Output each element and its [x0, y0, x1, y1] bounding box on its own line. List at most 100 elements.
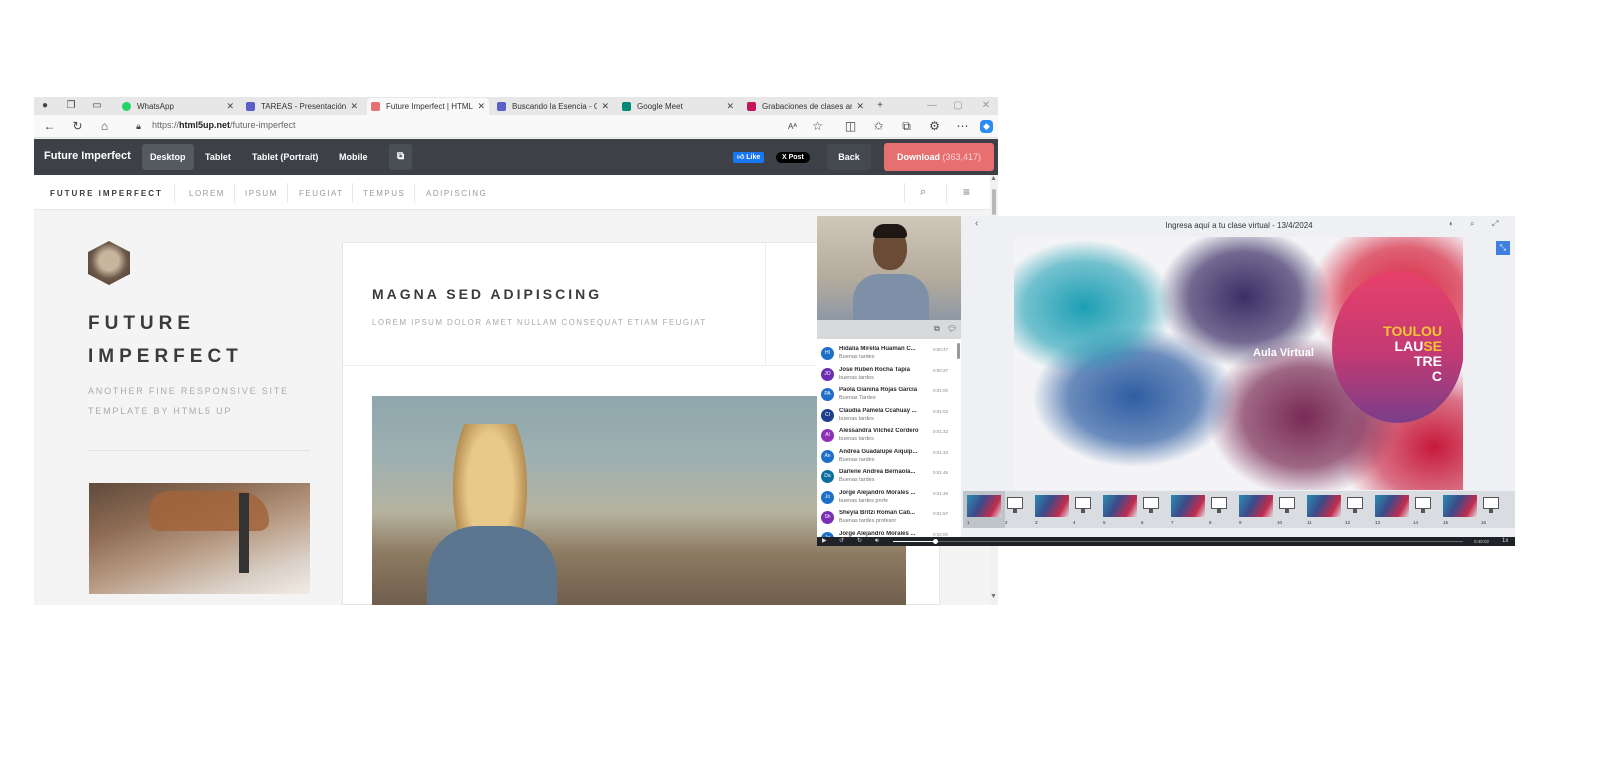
close-icon[interactable]: ✕ — [226, 101, 234, 112]
tab-actions-icon[interactable]: ▭ — [91, 100, 103, 112]
tab-grabaciones[interactable]: Grabaciones de clases ar ✕ — [743, 98, 868, 115]
tab-tareas[interactable]: TAREAS - Presentación ✕ — [242, 98, 362, 115]
nav-tempus[interactable]: TEMPUS — [363, 189, 405, 198]
chat-timestamp[interactable]: 0:01:46 — [933, 491, 948, 496]
copy-icon[interactable]: ⧉ — [934, 324, 940, 334]
read-aloud-icon[interactable]: Aᴬ — [786, 120, 799, 133]
collections-icon[interactable]: ⧉ — [900, 120, 913, 133]
split-screen-icon[interactable]: ◫ — [844, 120, 857, 133]
slide-thumbnail[interactable] — [1307, 495, 1341, 517]
search-icon[interactable]: ⌕ — [920, 186, 926, 199]
expand-icon[interactable]: ⤡ — [1496, 241, 1510, 255]
copilot-icon[interactable]: ◆ — [980, 120, 993, 133]
close-icon[interactable]: ✕ — [477, 101, 485, 112]
more-icon[interactable]: ⋯ — [956, 120, 969, 133]
nav-feugiat[interactable]: FEUGIAT — [299, 189, 344, 198]
chat-timestamp[interactable]: 0:01:57 — [933, 511, 948, 516]
extensions-icon[interactable]: ⚙ — [928, 120, 941, 133]
lock-icon[interactable]: 🔒︎ — [132, 120, 145, 133]
progress-bar[interactable] — [893, 541, 1463, 542]
tab-future-imperfect[interactable]: Future Imperfect | HTML ✕ — [367, 98, 489, 115]
playback-speed[interactable]: 1x — [1502, 537, 1508, 546]
screen-share-thumbnail-icon[interactable] — [1481, 495, 1501, 517]
forward-icon[interactable]: ↻ — [857, 537, 862, 546]
nav-adipiscing[interactable]: ADIPISCING — [426, 189, 487, 198]
nav-ipsum[interactable]: IPSUM — [245, 189, 278, 198]
thumbnail-number: 14 — [1413, 520, 1419, 525]
slide-thumbnail[interactable] — [1375, 495, 1409, 517]
home-icon[interactable]: ⌂ — [98, 120, 111, 133]
download-button[interactable]: Download (363,417) — [884, 143, 994, 171]
slide-thumbnail[interactable] — [1103, 495, 1137, 517]
close-icon[interactable]: ✕ — [856, 101, 864, 112]
chat-timestamp[interactable]: 0:01:32 — [933, 429, 948, 434]
chat-list[interactable]: HI Hidalia Mirella Huaman C... 0:00:47 Buen… — [817, 339, 961, 537]
chat-timestamp[interactable]: 0:02:00 — [933, 532, 948, 537]
desktop-button[interactable]: Desktop — [142, 144, 194, 170]
post-title[interactable]: MAGNA SED ADIPISCING — [372, 286, 602, 302]
screen-share-thumbnail-icon[interactable] — [1073, 495, 1093, 517]
screen-share-thumbnail-icon[interactable] — [1209, 495, 1229, 517]
profile-icon[interactable]: ● — [39, 100, 51, 112]
favorite-star-icon[interactable]: ☆ — [811, 120, 824, 133]
screen-share-thumbnail-icon[interactable] — [1005, 495, 1025, 517]
site-title[interactable]: FUTURE IMPERFECT — [50, 189, 163, 198]
screen-share-thumbnail-icon[interactable] — [1345, 495, 1365, 517]
external-link-icon[interactable]: ⧉ — [389, 144, 413, 170]
close-icon[interactable]: ✕ — [350, 101, 358, 112]
chat-timestamp[interactable]: 0:01:46 — [933, 470, 948, 475]
progress-knob[interactable] — [933, 539, 938, 544]
mini-post-image[interactable] — [89, 483, 310, 594]
chat-timestamp[interactable]: 0:00:47 — [933, 347, 948, 352]
chat-message: JoJorge Alejandro Morales ...0:02:00 — [817, 528, 961, 537]
tablet-button[interactable]: Tablet — [197, 144, 239, 170]
tab-buscando[interactable]: Buscando la Esencia - Gr ✕ — [493, 98, 613, 115]
screen-share-thumbnail-icon[interactable] — [1277, 495, 1297, 517]
fullscreen-icon[interactable]: ⤢ — [1492, 219, 1498, 229]
site-logo-avatar[interactable] — [88, 241, 130, 285]
theme-toggle-icon[interactable]: ◐ — [1449, 219, 1454, 228]
tab-whatsapp[interactable]: WhatsApp ✕ — [118, 98, 238, 115]
screen-share-thumbnail-icon[interactable] — [1141, 495, 1161, 517]
slide-thumbnail[interactable] — [1171, 495, 1205, 517]
slide-thumbnail[interactable] — [1239, 495, 1273, 517]
nav-lorem[interactable]: LOREM — [189, 189, 225, 198]
window-close-icon[interactable]: ✕ — [980, 100, 992, 112]
favorites-icon[interactable]: ✩ — [872, 120, 885, 133]
close-icon[interactable]: ✕ — [601, 101, 609, 112]
scroll-up-icon[interactable]: ▲ — [990, 175, 997, 182]
mobile-button[interactable]: Mobile — [331, 144, 376, 170]
thumbnail-number: 15 — [1443, 520, 1449, 525]
back-arrow-icon[interactable]: ← — [43, 120, 56, 133]
tablet-portrait-button[interactable]: Tablet (Portrait) — [244, 144, 326, 170]
back-button[interactable]: Back — [827, 144, 871, 170]
facebook-like-button[interactable]: 👍︎ Like — [733, 152, 765, 163]
scrollbar-thumb[interactable] — [992, 189, 996, 215]
chat-icon[interactable]: 💬︎ — [947, 324, 957, 333]
chat-timestamp[interactable]: 0:01:00 — [933, 388, 948, 393]
screen-share-thumbnail-icon[interactable] — [1413, 495, 1433, 517]
play-icon[interactable]: ▶ — [822, 537, 827, 546]
refresh-icon[interactable]: ↻ — [71, 120, 84, 133]
maximize-icon[interactable]: ▢ — [952, 100, 964, 112]
new-tab-button[interactable]: + — [874, 100, 886, 112]
slide-thumbnail[interactable] — [967, 495, 1001, 517]
x-post-button[interactable]: X Post — [776, 152, 810, 163]
tab-google-meet[interactable]: Google Meet ✕ — [618, 98, 738, 115]
hamburger-menu-icon[interactable]: ≡ — [963, 185, 970, 199]
chat-timestamp[interactable]: 0:01:33 — [933, 450, 948, 455]
chat-timestamp[interactable]: 0:01:03 — [933, 409, 948, 414]
close-icon[interactable]: ✕ — [726, 101, 734, 112]
chat-message: Al Alessandra Vilchez Cordero 0:01:32 buena… — [817, 425, 961, 446]
scroll-down-icon[interactable]: ▼ — [990, 593, 997, 600]
slide-thumbnail[interactable] — [1443, 495, 1477, 517]
url-field[interactable]: https://html5up.net/future-imperfect — [152, 120, 296, 130]
rewind-icon[interactable]: ↺ — [839, 537, 844, 546]
chat-timestamp[interactable]: 0:00:37 — [933, 368, 948, 373]
slide-thumbnail[interactable] — [1035, 495, 1069, 517]
minimize-icon[interactable]: — — [926, 100, 938, 112]
workspaces-icon[interactable]: ❐ — [65, 100, 77, 112]
search-icon[interactable]: ⌕ — [1470, 219, 1474, 229]
volume-icon[interactable]: 🔊︎ — [875, 537, 879, 546]
chat-sender: Hidalia Mirella Huaman C... — [839, 346, 916, 352]
